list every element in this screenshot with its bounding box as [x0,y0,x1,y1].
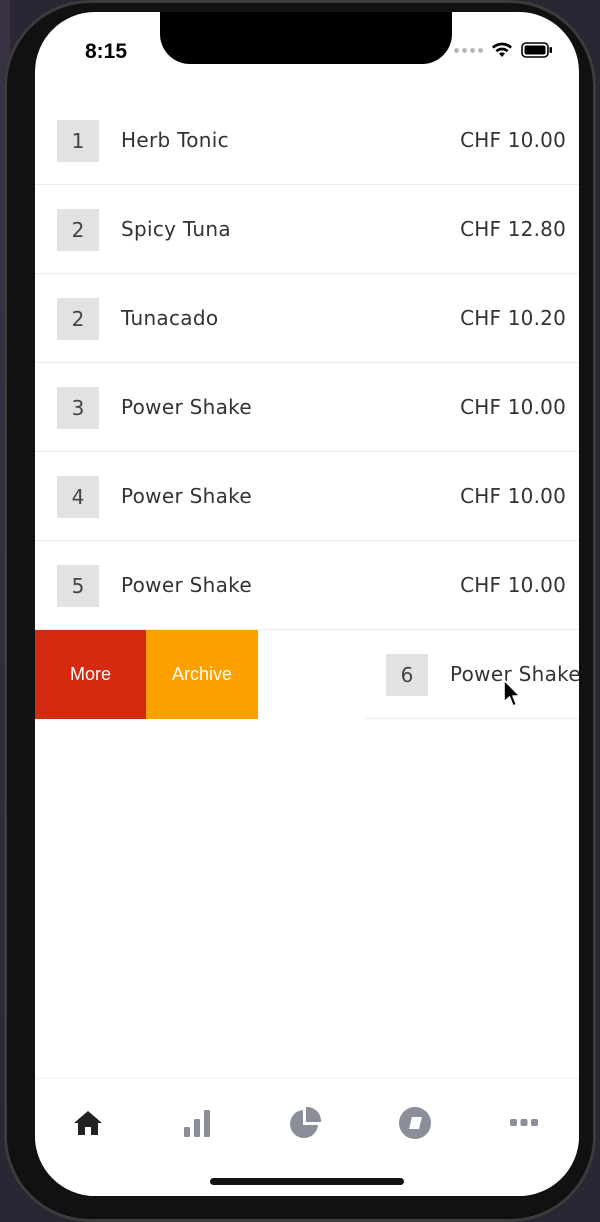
quantity-badge: 3 [57,387,99,429]
order-list: 1 Herb Tonic CHF 10.00 2 Spicy Tuna CHF … [35,96,579,720]
list-item[interactable]: 4 Power Shake CHF 10.00 [35,452,579,541]
status-time: 8:15 [85,40,128,63]
cellular-signal-icon [454,47,483,53]
item-price: CHF 12.80 [460,217,566,241]
phone-frame: 8:15 1 Herb Tonic CHF 10.00 2 Spicy Tuna… [4,0,596,1222]
item-price: CHF 10.00 [460,395,566,419]
item-price: CHF 10.00 [460,484,566,508]
swiped-item-content[interactable]: 6 Power Shake [364,630,579,719]
app-screen: 8:15 1 Herb Tonic CHF 10.00 2 Spicy Tuna… [35,12,579,1196]
item-price: CHF 10.20 [460,306,566,330]
item-name: Spicy Tuna [121,217,231,241]
quantity-badge: 5 [57,565,99,607]
quantity-badge: 1 [57,120,99,162]
tab-home[interactable] [68,1103,108,1143]
list-item[interactable]: 2 Spicy Tuna CHF 12.80 [35,185,579,274]
quantity-badge: 6 [386,654,428,696]
home-indicator[interactable] [210,1178,404,1185]
item-price: CHF 10.00 [460,573,566,597]
tab-reports[interactable] [285,1103,325,1143]
item-name: Power Shake [121,395,252,419]
quantity-badge: 2 [57,209,99,251]
status-icons [454,42,553,58]
battery-icon [521,42,552,58]
quantity-badge: 4 [57,476,99,518]
list-item[interactable]: 2 Tunacado CHF 10.20 [35,274,579,363]
item-name: Power Shake [121,573,252,597]
swiped-list-item[interactable]: More Archive 6 Power Shake [35,630,579,720]
tab-explore[interactable] [395,1103,435,1143]
item-name: Herb Tonic [121,128,229,152]
device-notch [160,12,452,64]
item-name: Tunacado [121,306,219,330]
archive-action-button[interactable]: Archive [146,630,258,719]
quantity-badge: 2 [57,298,99,340]
wifi-icon [492,42,512,57]
more-action-button[interactable]: More [35,630,146,719]
item-name: Power Shake [121,484,252,508]
home-icon [74,1111,102,1135]
tab-stats[interactable] [177,1103,217,1143]
more-dots-icon [510,1119,538,1126]
item-price: CHF 10.00 [460,128,566,152]
bar-chart-icon [184,1110,210,1137]
list-item[interactable]: 5 Power Shake CHF 10.00 [35,541,579,630]
list-item[interactable]: 1 Herb Tonic CHF 10.00 [35,96,579,185]
pie-chart-icon [290,1106,322,1138]
tab-more[interactable] [504,1103,544,1143]
compass-icon [399,1107,431,1139]
mouse-cursor-icon [503,679,521,707]
list-item[interactable]: 3 Power Shake CHF 10.00 [35,363,579,452]
